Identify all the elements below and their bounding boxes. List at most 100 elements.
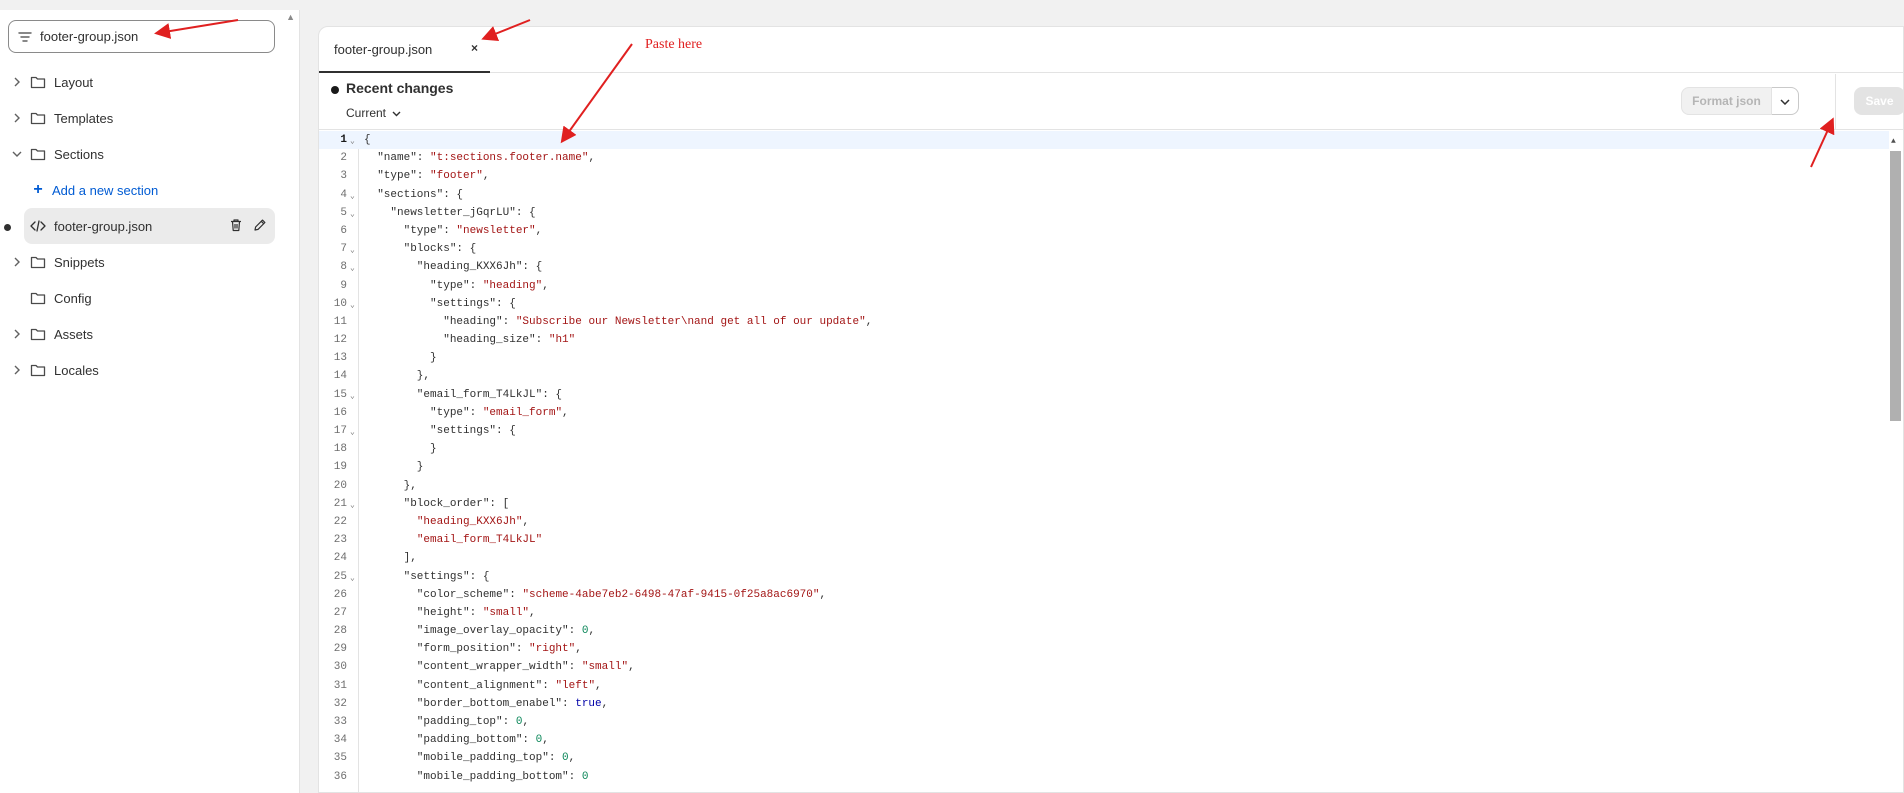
code-line[interactable]: 12 "heading_size": "h1"	[319, 331, 1889, 349]
tree-folder-config[interactable]: Config	[0, 280, 300, 316]
code-line[interactable]: 19 }	[319, 458, 1889, 476]
code-line[interactable]: 8 ⌄ "heading_KXX6Jh": {	[319, 258, 1889, 276]
code-text: "heading_KXX6Jh": {	[364, 261, 543, 274]
code-text: "color_scheme": "scheme-4abe7eb2-6498-47…	[364, 588, 827, 601]
code-text: "settings": {	[364, 570, 490, 583]
line-number: 26	[333, 588, 347, 601]
file-tree: Layout Templates Sections + Add a new se…	[0, 64, 300, 388]
code-text: "name": "t:sections.footer.name",	[364, 152, 596, 165]
editor-panel: footer-group.json × Recent changes Curre…	[318, 26, 1904, 793]
code-line[interactable]: 36 "mobile_padding_bottom": 0	[319, 768, 1889, 786]
code-line[interactable]: 10 ⌄ "settings": {	[319, 295, 1889, 313]
scroll-thumb[interactable]	[1890, 151, 1901, 421]
tab-label: footer-group.json	[334, 41, 433, 57]
code-text: "form_position": "right",	[364, 643, 582, 656]
tree-folder-snippets[interactable]: Snippets	[0, 244, 300, 280]
search-value: footer-group.json	[40, 29, 139, 44]
code-line[interactable]: 31 "content_alignment": "left",	[319, 677, 1889, 695]
line-number: 24	[333, 552, 347, 565]
tab-footer-group[interactable]: footer-group.json ×	[319, 27, 490, 73]
code-text: "mobile_padding_bottom": 0	[364, 770, 589, 783]
tree-label: Assets	[54, 326, 94, 342]
code-line[interactable]: 28 "image_overlay_opacity": 0,	[319, 622, 1889, 640]
version-select[interactable]: Current	[346, 106, 401, 120]
code-line[interactable]: 32 "border_bottom_enabel": true,	[319, 695, 1889, 713]
close-icon[interactable]: ×	[471, 41, 478, 55]
line-number: 34	[333, 734, 347, 747]
add-new-section-link[interactable]: + Add a new section	[0, 172, 300, 208]
line-number: 29	[333, 643, 347, 656]
line-number: 33	[333, 716, 347, 728]
tree-folder-layout[interactable]: Layout	[0, 64, 300, 100]
code-line[interactable]: 33 "padding_top": 0,	[319, 713, 1889, 731]
tree-file-footer-group[interactable]: footer-group.json	[4, 208, 275, 244]
format-json-button[interactable]: Format json	[1681, 87, 1772, 115]
line-number: 18	[333, 443, 347, 456]
tree-folder-templates[interactable]: Templates	[0, 100, 300, 136]
code-line[interactable]: 20 },	[319, 477, 1889, 495]
code-line[interactable]: 17 ⌄ "settings": {	[319, 422, 1889, 440]
code-text: "content_wrapper_width": "small",	[364, 661, 635, 674]
format-options-button[interactable]	[1772, 87, 1799, 115]
tree-label: Snippets	[54, 254, 105, 270]
code-line[interactable]: 7 ⌄ "blocks": {	[319, 240, 1889, 258]
line-number: 5	[340, 206, 347, 219]
line-number: 35	[333, 752, 347, 765]
code-line[interactable]: 2 "name": "t:sections.footer.name",	[319, 149, 1889, 167]
code-line[interactable]: 4 ⌄ "sections": {	[319, 186, 1889, 204]
trash-icon[interactable]	[229, 218, 243, 232]
recent-changes-title: Recent changes	[346, 80, 454, 96]
code-line[interactable]: 16 "type": "email_form",	[319, 404, 1889, 422]
sidebar-scroll-up-arrow[interactable]: ▲	[286, 12, 295, 22]
code-line[interactable]: 34 "padding_bottom": 0,	[319, 731, 1889, 749]
code-line[interactable]: 5 ⌄ "newsletter_jGqrLU": {	[319, 204, 1889, 222]
tree-folder-locales[interactable]: Locales	[0, 352, 300, 388]
code-line[interactable]: 26 "color_scheme": "scheme-4abe7eb2-6498…	[319, 586, 1889, 604]
line-number: 22	[333, 515, 347, 528]
tree-label: Locales	[54, 362, 99, 378]
code-line[interactable]: 21 ⌄ "block_order": [	[319, 495, 1889, 513]
file-search-input[interactable]: footer-group.json	[8, 20, 275, 53]
tree-folder-assets[interactable]: Assets	[0, 316, 300, 352]
editor-scrollbar[interactable]: ▲	[1889, 137, 1901, 787]
code-text: "heading_KXX6Jh",	[416, 515, 530, 528]
code-line[interactable]: 9 "type": "heading",	[319, 277, 1889, 295]
code-line[interactable]: 27 "height": "small",	[319, 604, 1889, 622]
code-line[interactable]: 25 ⌄ "settings": {	[319, 568, 1889, 586]
save-button[interactable]: Save	[1854, 87, 1903, 115]
code-line[interactable]: 14 },	[319, 367, 1889, 385]
code-line[interactable]: 15 ⌄ "email_form_T4LkJL": {	[319, 386, 1889, 404]
code-line[interactable]: 6 "type": "newsletter",	[319, 222, 1889, 240]
code-line[interactable]: 35 "mobile_padding_top": 0,	[319, 749, 1889, 767]
scroll-up-arrow[interactable]: ▲	[1891, 137, 1896, 146]
code-line[interactable]: 23 "email_form_T4LkJL"	[319, 531, 1889, 549]
chevron-down-icon	[1780, 92, 1790, 110]
code-text: },	[364, 370, 431, 383]
code-text: }	[364, 461, 424, 474]
code-line[interactable]: 1 ⌄{	[319, 131, 1889, 150]
code-line[interactable]: 30 "content_wrapper_width": "small",	[319, 658, 1889, 676]
line-number: 4	[340, 188, 347, 201]
chevron-right-icon	[12, 365, 22, 375]
code-text: "heading": "Subscribe our Newsletter\nan…	[364, 315, 873, 328]
chevron-down-icon	[12, 149, 22, 159]
code-text: },	[364, 479, 417, 492]
code-text: "email_form_T4LkJL": {	[364, 388, 563, 401]
chevron-right-icon	[12, 329, 22, 339]
code-editor[interactable]: 1 ⌄{2 "name": "t:sections.footer.name", 3 …	[319, 131, 1903, 792]
folder-icon	[30, 255, 46, 269]
folder-icon	[30, 363, 46, 377]
tree-folder-sections[interactable]: Sections	[0, 136, 300, 172]
code-line[interactable]: 13 }	[319, 349, 1889, 367]
code-line[interactable]: 11 "heading": "Subscribe our Newsletter\…	[319, 313, 1889, 331]
editor-toolbar: Recent changes Current Format json Save	[319, 74, 1903, 130]
code-line[interactable]: 3 "type": "footer",	[319, 167, 1889, 185]
line-number: 7	[340, 243, 347, 256]
code-line[interactable]: 29 "form_position": "right",	[319, 640, 1889, 658]
pencil-icon[interactable]	[253, 218, 267, 232]
code-line[interactable]: 18 }	[319, 440, 1889, 458]
code-line[interactable]: 24 ],	[319, 549, 1889, 567]
code-text: {	[364, 134, 371, 146]
code-line[interactable]: 22 "heading_KXX6Jh",	[319, 513, 1889, 531]
code-text: "image_overlay_opacity": 0,	[364, 625, 596, 638]
